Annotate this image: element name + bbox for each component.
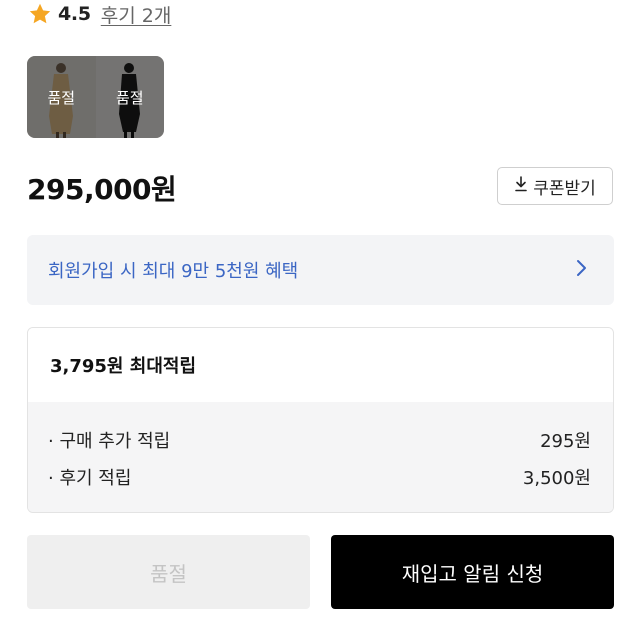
soldout-button: 품절 bbox=[27, 535, 310, 609]
product-thumbnails: 품절 품절 bbox=[27, 56, 164, 138]
points-row-label: · 후기 적립 bbox=[48, 468, 132, 489]
thumbnail-black-coat[interactable]: 품절 bbox=[95, 56, 164, 138]
points-title: 3,795원 최대적립 bbox=[28, 328, 613, 402]
coupon-download-button[interactable]: 쿠폰받기 bbox=[497, 167, 613, 205]
rating-row: 4.5 후기 2개 bbox=[28, 0, 171, 28]
coupon-button-label: 쿠폰받기 bbox=[533, 178, 596, 199]
thumbnail-soldout-label: 품절 bbox=[47, 88, 76, 107]
star-icon bbox=[28, 2, 52, 26]
points-row-label: · 구매 추가 적립 bbox=[48, 431, 171, 452]
points-row-purchase: · 구매 추가 적립 295원 bbox=[48, 427, 591, 453]
points-details: · 구매 추가 적립 295원 · 후기 적립 3,500원 bbox=[28, 402, 613, 512]
signup-benefit-banner[interactable]: 회원가입 시 최대 9만 5천원 혜택 bbox=[27, 235, 614, 305]
chevron-right-icon bbox=[576, 259, 588, 281]
points-row-value: 3,500원 bbox=[522, 468, 591, 489]
points-summary: 3,795원 최대적립 · 구매 추가 적립 295원 · 후기 적립 3,50… bbox=[27, 327, 614, 513]
points-row-value: 295원 bbox=[540, 431, 591, 452]
benefit-text: 회원가입 시 최대 9만 5천원 혜택 bbox=[48, 261, 299, 282]
rating-value: 4.5 bbox=[58, 3, 91, 25]
download-icon bbox=[514, 175, 528, 197]
restock-alert-button[interactable]: 재입고 알림 신청 bbox=[331, 535, 614, 609]
points-row-review: · 후기 적립 3,500원 bbox=[48, 464, 591, 490]
review-count-link[interactable]: 후기 2개 bbox=[101, 1, 172, 28]
product-price: 295,000원 bbox=[27, 173, 177, 206]
thumbnail-beige-coat[interactable]: 품절 bbox=[27, 56, 96, 138]
thumbnail-soldout-label: 품절 bbox=[115, 88, 144, 107]
